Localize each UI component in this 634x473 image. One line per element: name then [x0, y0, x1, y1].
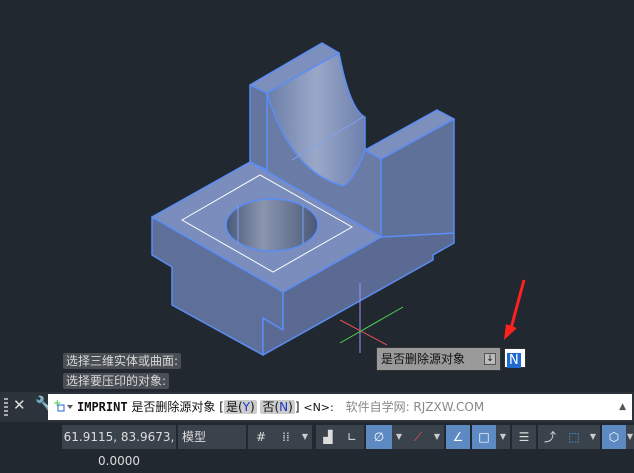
model-button[interactable]: 模型 [178, 425, 246, 449]
options-down-icon[interactable]: ↓ [484, 353, 496, 365]
bracket: ] [294, 400, 300, 414]
history-line-2: 选择要压印的对象: [63, 373, 170, 389]
object-snap-icon[interactable]: □ [472, 425, 496, 449]
osnap-dropdown-icon[interactable]: ▼ [496, 425, 510, 449]
tooltip-label: 是否删除源对象 [381, 352, 466, 366]
input-value: N [507, 353, 521, 368]
dynamic-ucs-icon[interactable]: ∠ [446, 425, 470, 449]
command-prompt: 是否删除源对象 [131, 400, 216, 414]
crosshair-x [339, 319, 388, 346]
snap-dropdown-icon[interactable]: ▼ [298, 425, 312, 449]
3d-solid-model[interactable] [0, 0, 634, 392]
history-up-icon[interactable]: ▲ [619, 394, 626, 420]
object-snap-tracking-icon[interactable]: ⟋ [406, 425, 430, 449]
dynamic-input-tooltip: 是否删除源对象 ↓ [376, 347, 501, 371]
history-line-1: 选择三维实体或曲面: [63, 353, 182, 369]
dynamic-input-field[interactable]: N [504, 348, 526, 368]
gizmo-icon[interactable]: ⤴ [538, 425, 562, 449]
status-bar: 61.9115, 83.9673, 0.0000 模型 # ⁞⁞ ▼ ▟ ∟ ∅… [0, 422, 634, 468]
watermark-text: 软件自学网: RJZXW.COM [345, 400, 485, 414]
grid-icon[interactable]: # [248, 425, 274, 449]
command-bar: ✕ 🔧 + IMPRINT 是否删除源对象 [是(Y) 否(N)] <N>: 软… [0, 392, 634, 422]
close-icon[interactable]: ✕ [13, 396, 26, 414]
hole [225, 198, 319, 252]
drag-handle[interactable] [4, 398, 8, 416]
3d-osnap-dropdown-icon[interactable]: ▼ [626, 425, 634, 449]
command-name: IMPRINT [77, 400, 128, 414]
upright-left-face [249, 84, 268, 171]
infer-constraints-icon[interactable]: ▟ [316, 425, 340, 449]
selection-cycling-icon[interactable]: ⬚ [562, 425, 586, 449]
command-icon[interactable]: + [53, 398, 75, 416]
drawing-viewport[interactable] [0, 0, 634, 392]
3d-object-snap-icon[interactable]: ⬡ [602, 425, 626, 449]
osnap-tracking-dropdown-icon[interactable]: ▼ [430, 425, 444, 449]
ortho-icon[interactable]: ∟ [340, 425, 364, 449]
option-yes[interactable]: 是(Y) [223, 400, 257, 414]
polar-dropdown-icon[interactable]: ▼ [392, 425, 406, 449]
command-line-input[interactable]: + IMPRINT 是否删除源对象 [是(Y) 否(N)] <N>: 软件自学网… [48, 394, 632, 420]
coordinates-readout[interactable]: 61.9115, 83.9673, 0.0000 [62, 425, 176, 468]
option-no[interactable]: 否(N) [260, 400, 295, 414]
lineweight-icon[interactable]: ☰ [512, 425, 536, 449]
default-value: <N>: [303, 401, 334, 414]
pointer-arrow [508, 279, 526, 333]
svg-text:+: + [53, 398, 61, 409]
selection-dropdown-icon[interactable]: ▼ [586, 425, 600, 449]
polar-tracking-icon[interactable]: ∅ [366, 425, 392, 449]
snap-icon[interactable]: ⁞⁞ [274, 425, 298, 449]
